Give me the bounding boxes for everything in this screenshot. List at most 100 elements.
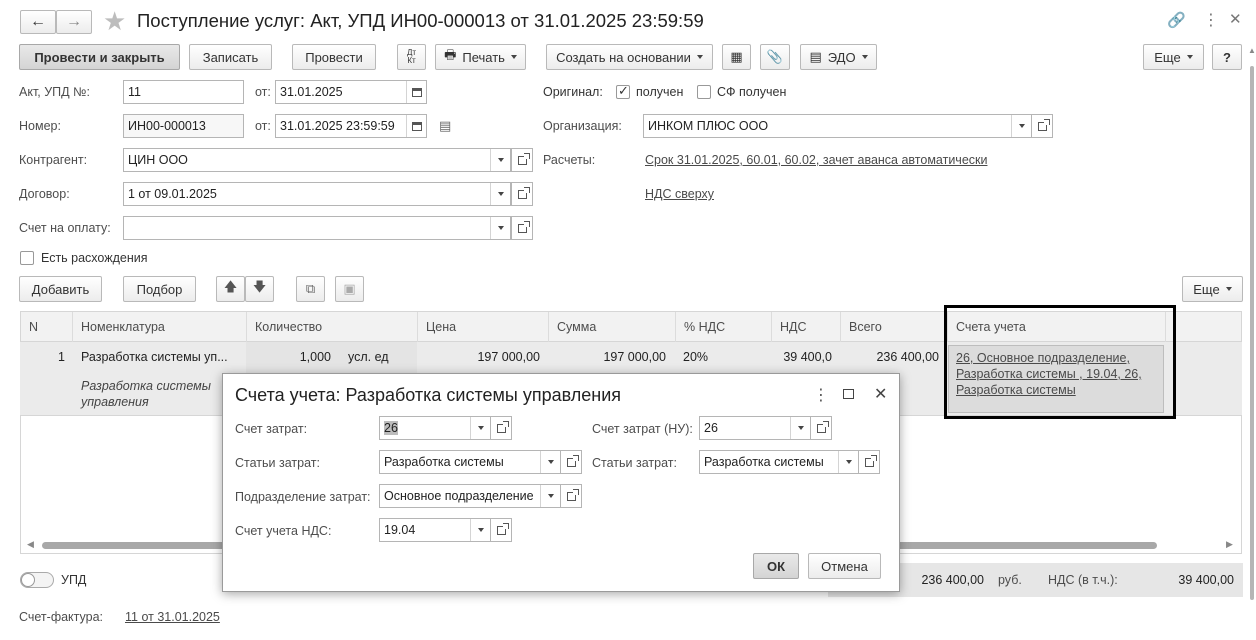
post-button[interactable]: Провести <box>292 44 376 70</box>
upd-toggle[interactable] <box>20 572 54 588</box>
comment-icon[interactable]: ▤ <box>439 118 451 134</box>
cost-account-open-button[interactable] <box>490 416 512 440</box>
scroll-up-icon[interactable]: ▲ <box>1248 46 1256 55</box>
upd-label: УПД <box>61 573 87 587</box>
original-received-checkbox[interactable] <box>616 83 630 99</box>
link-icon[interactable]: 🔗 <box>1167 11 1186 29</box>
footer-currency: руб. <box>998 573 1022 587</box>
cost-items-open-button[interactable] <box>560 450 582 474</box>
doc-number-field[interactable]: ИН00-000013 <box>123 114 244 138</box>
sf-link[interactable]: 11 от 31.01.2025 <box>125 610 220 624</box>
counterparty-open-button[interactable] <box>511 148 533 172</box>
edo-button[interactable]: ▤ ЭДО <box>800 44 877 70</box>
division-open-button[interactable] <box>560 484 582 508</box>
cost-account-field[interactable]: 26 <box>379 416 491 440</box>
chevron-down-icon[interactable] <box>490 183 510 205</box>
row-nomenclature-desc-1: Разработка системы <box>81 379 211 393</box>
chevron-down-icon[interactable] <box>540 485 560 507</box>
organization-field[interactable]: ИНКОМ ПЛЮС ООО <box>643 114 1032 138</box>
chevron-down-icon[interactable] <box>540 451 560 473</box>
move-up-button[interactable]: 🡅 <box>216 276 245 302</box>
footer-vat-incl-label: НДС (в т.ч.): <box>1048 573 1118 587</box>
table-more-button[interactable]: Еще <box>1182 276 1243 302</box>
more-button[interactable]: Еще <box>1143 44 1204 70</box>
col-quantity[interactable]: Количество <box>247 312 418 342</box>
close-icon[interactable]: ✕ <box>1229 10 1242 28</box>
act-date-label: от: <box>255 85 271 99</box>
paste-button[interactable]: ▣ <box>335 276 364 302</box>
chevron-down-icon[interactable] <box>838 451 858 473</box>
chevron-down-icon <box>696 55 703 59</box>
move-down-button[interactable]: 🡇 <box>245 276 274 302</box>
more-vertical-icon[interactable]: ⋮ <box>1203 10 1219 30</box>
invoice-field[interactable] <box>123 216 511 240</box>
vat-account-field[interactable]: 19.04 <box>379 518 491 542</box>
cost-items-field[interactable]: Разработка системы <box>379 450 561 474</box>
cost-account-value: 26 <box>384 421 398 435</box>
cost-items-nu-open-button[interactable] <box>858 450 880 474</box>
chevron-down-icon[interactable] <box>1011 115 1031 137</box>
vertical-scrollbar[interactable] <box>1250 66 1254 600</box>
division-field[interactable]: Основное подразделение <box>379 484 561 508</box>
create-based-button[interactable]: Создать на основании <box>546 44 713 70</box>
act-number-label: Акт, УПД №: <box>19 85 90 99</box>
dt-kt-button[interactable]: Дт Кт <box>397 44 426 70</box>
col-n[interactable]: N <box>21 312 73 342</box>
col-vat-rate[interactable]: % НДС <box>676 312 772 342</box>
forward-button[interactable]: → <box>56 10 92 34</box>
calendar-icon[interactable] <box>406 115 426 137</box>
cost-account-nu-open-button[interactable] <box>810 416 832 440</box>
cost-account-nu-field[interactable]: 26 <box>699 416 811 440</box>
sf-received-checkbox[interactable] <box>697 85 711 99</box>
cancel-button[interactable]: Отмена <box>808 553 881 579</box>
open-icon <box>496 420 509 433</box>
counterparty-field[interactable]: ЦИН ООО <box>123 148 511 172</box>
calendar-icon[interactable] <box>406 81 426 103</box>
vat-account-label: Счет учета НДС: <box>235 524 332 538</box>
paste-icon: ▣ <box>343 281 356 296</box>
col-total[interactable]: Всего <box>841 312 948 342</box>
maximize-icon[interactable] <box>843 389 854 399</box>
copy-button[interactable]: ⧉ <box>296 276 325 302</box>
vat-account-open-button[interactable] <box>490 518 512 542</box>
contract-field[interactable]: 1 от 09.01.2025 <box>123 182 511 206</box>
col-vat[interactable]: НДС <box>772 312 841 342</box>
close-icon[interactable]: ✕ <box>874 384 887 404</box>
col-sum[interactable]: Сумма <box>549 312 676 342</box>
sf-label: Счет-фактура: <box>19 610 104 624</box>
kt-label: Кт <box>407 56 416 65</box>
contract-open-button[interactable] <box>511 182 533 206</box>
chevron-down-icon[interactable] <box>470 519 490 541</box>
organization-open-button[interactable] <box>1031 114 1053 138</box>
settlements-link[interactable]: Срок 31.01.2025, 60.01, 60.02, зачет ава… <box>645 153 987 167</box>
print-button[interactable]: 🖶 Печать <box>435 44 526 70</box>
open-icon <box>496 522 509 535</box>
chevron-down-icon[interactable] <box>790 417 810 439</box>
more-vertical-icon[interactable]: ⋮ <box>813 385 829 405</box>
vat-on-top-link[interactable]: НДС сверху <box>645 187 714 201</box>
chevron-down-icon[interactable] <box>490 149 510 171</box>
chevron-down-icon[interactable] <box>490 217 510 239</box>
col-nomenclature[interactable]: Номенклатура <box>73 312 247 342</box>
cost-items-nu-field[interactable]: Разработка системы <box>699 450 859 474</box>
help-button[interactable]: ? <box>1212 44 1242 70</box>
add-row-button[interactable]: Добавить <box>19 276 102 302</box>
save-button[interactable]: Записать <box>189 44 272 70</box>
favorite-star-icon[interactable]: ★ <box>103 6 126 37</box>
scroll-left-icon[interactable]: ◀ <box>27 539 34 550</box>
doc-date-field[interactable]: 31.01.2025 23:59:59 <box>275 114 427 138</box>
post-and-close-button[interactable]: Провести и закрыть <box>19 44 180 70</box>
act-date-field[interactable]: 31.01.2025 <box>275 80 427 104</box>
select-items-button[interactable]: Подбор <box>123 276 196 302</box>
col-price[interactable]: Цена <box>418 312 549 342</box>
back-button[interactable]: ← <box>20 10 56 34</box>
chevron-down-icon[interactable] <box>470 417 490 439</box>
act-number-field[interactable]: 11 <box>123 80 244 104</box>
structure-button[interactable]: ▦ <box>722 44 751 70</box>
discrepancy-checkbox[interactable] <box>20 251 34 265</box>
attach-button[interactable]: 📎 <box>760 44 790 70</box>
invoice-open-button[interactable] <box>511 216 533 240</box>
scroll-right-icon[interactable]: ▶ <box>1226 539 1233 550</box>
ok-button[interactable]: ОК <box>753 553 799 579</box>
contract-label: Договор: <box>19 187 70 201</box>
